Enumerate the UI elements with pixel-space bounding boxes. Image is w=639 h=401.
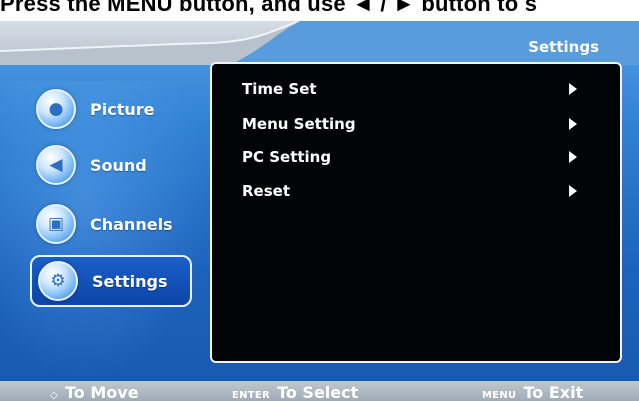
sidebar-item-label: Sound bbox=[90, 155, 147, 175]
sidebar-item-channels[interactable]: ▣ Channels bbox=[30, 198, 192, 250]
menu-item-menu-setting[interactable]: Menu Setting bbox=[242, 112, 577, 136]
sidebar-item-settings[interactable]: ⚙ Settings bbox=[30, 255, 192, 307]
menu-item-time-set[interactable]: Time Set bbox=[242, 77, 577, 101]
menu-item-label: PC Setting bbox=[242, 148, 332, 166]
hint-exit: MENU To Exit bbox=[482, 383, 583, 401]
hint-exit-label: To Exit bbox=[523, 383, 584, 401]
sidebar-item-label: Settings bbox=[92, 271, 168, 291]
menu-item-label: Reset bbox=[242, 182, 290, 200]
menu-key-label: MENU bbox=[482, 390, 517, 401]
menu-item-pc-setting[interactable]: PC Setting bbox=[242, 145, 577, 169]
hint-select-label: To Select bbox=[277, 383, 359, 401]
settings-panel: Time Set Menu Setting PC Setting Reset bbox=[210, 62, 622, 363]
tv-icon: ▣ bbox=[36, 204, 76, 244]
sidebar-item-label: Channels bbox=[90, 214, 173, 234]
speaker-icon: ◀ bbox=[36, 145, 76, 185]
sidebar-item-picture[interactable]: ● Picture bbox=[30, 83, 192, 135]
arrow-right-icon bbox=[569, 151, 577, 163]
person-icon: ● bbox=[36, 89, 76, 129]
instruction-caption: Press the MENU button, and use ◄ / ► but… bbox=[0, 0, 538, 16]
screen-title: Settings bbox=[528, 38, 599, 56]
hint-select: ENTER To Select bbox=[232, 383, 358, 401]
hint-move: ◇ To Move bbox=[50, 383, 139, 401]
bottom-hint-bar: ◇ To Move ENTER To Select MENU To Exit bbox=[0, 381, 639, 401]
move-key-icon: ◇ bbox=[50, 390, 58, 401]
arrow-right-icon bbox=[569, 83, 577, 95]
sidebar-item-label: Picture bbox=[90, 99, 155, 119]
sidebar-item-sound[interactable]: ◀ Sound bbox=[30, 139, 192, 191]
enter-key-label: ENTER bbox=[232, 390, 271, 401]
gear-icon: ⚙ bbox=[38, 261, 78, 301]
tv-settings-screen: Settings ● Picture ◀ Sound ▣ Channels ⚙ … bbox=[0, 21, 639, 401]
menu-item-label: Time Set bbox=[242, 80, 317, 98]
menu-item-reset[interactable]: Reset bbox=[242, 179, 577, 203]
hint-move-label: To Move bbox=[65, 383, 139, 401]
menu-item-label: Menu Setting bbox=[242, 115, 356, 133]
arrow-right-icon bbox=[569, 185, 577, 197]
arrow-right-icon bbox=[569, 118, 577, 130]
